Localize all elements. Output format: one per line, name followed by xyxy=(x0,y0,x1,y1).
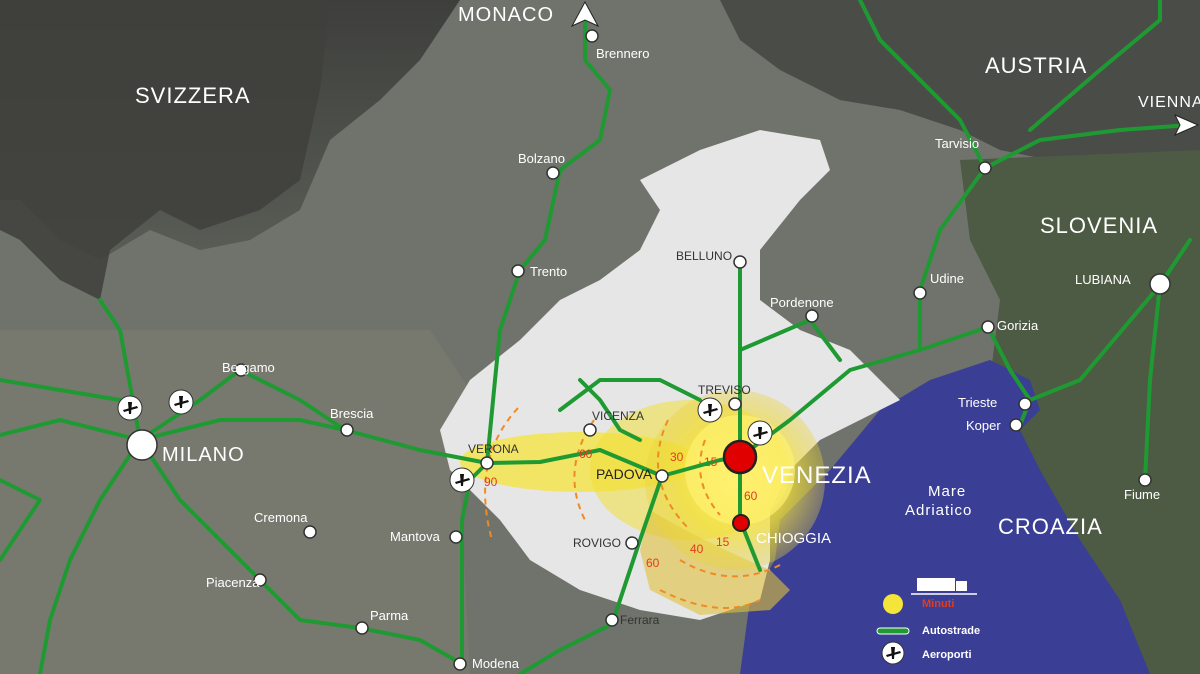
label-bergamo: Bergamo xyxy=(222,360,275,375)
label-milano: MILANO xyxy=(162,444,245,466)
legend-minuti-swatch xyxy=(883,594,903,614)
isochrone-label: 60 xyxy=(744,489,758,503)
airport-icon xyxy=(117,395,143,421)
label-piacenza: Piacenza xyxy=(206,575,260,590)
isochrone-label: 40 xyxy=(690,542,704,556)
label-croazia: CROAZIA xyxy=(998,514,1103,539)
label-vienna: VIENNA xyxy=(1138,94,1200,111)
label-brescia: Brescia xyxy=(330,406,374,421)
label-mare: Mare xyxy=(928,483,966,500)
isochrone-label: 60 xyxy=(579,447,593,461)
label-verona: VERONA xyxy=(468,442,519,456)
label-adriatico: Adriatico xyxy=(905,502,972,519)
label-koper: Koper xyxy=(966,418,1001,433)
chioggia-marker xyxy=(732,514,750,532)
label-austria: AUSTRIA xyxy=(985,53,1087,78)
isochrone-label: 30 xyxy=(670,450,684,464)
airport-icon xyxy=(747,420,773,446)
label-padova: PADOVA xyxy=(596,466,653,482)
airport-icon xyxy=(168,389,194,415)
map[interactable]: SVIZZERA AUSTRIA SLOVENIA CROAZIA MONACO… xyxy=(0,0,1200,674)
legend-aeroporti-label: Aeroporti xyxy=(922,649,972,661)
label-bolzano: Bolzano xyxy=(518,151,565,166)
label-belluno: BELLUNO xyxy=(676,249,732,263)
label-treviso: TREVISO xyxy=(698,383,751,397)
label-modena: Modena xyxy=(472,656,520,671)
legend-minuti-label: Minuti xyxy=(922,598,954,610)
label-slovenia: SLOVENIA xyxy=(1040,213,1158,238)
label-svizzera: SVIZZERA xyxy=(135,83,251,108)
label-fiume: Fiume xyxy=(1124,487,1160,502)
isochrone-label: 60 xyxy=(646,556,660,570)
label-trento: Trento xyxy=(530,264,567,279)
legend-autostrade-label: Autostrade xyxy=(922,625,980,637)
label-cremona: Cremona xyxy=(254,510,308,525)
label-mantova: Mantova xyxy=(390,529,441,544)
label-chioggia: CHIOGGIA xyxy=(756,530,831,547)
legend-airport-icon xyxy=(881,641,905,665)
venezia-marker xyxy=(722,439,758,475)
isochrone-label: 15 xyxy=(704,455,718,469)
legend-autostrade-swatch xyxy=(876,627,910,635)
label-vicenza: VICENZA xyxy=(592,409,644,423)
label-pordenone: Pordenone xyxy=(770,295,834,310)
airport-icon xyxy=(697,397,723,423)
label-tarvisio: Tarvisio xyxy=(935,136,979,151)
label-ferrara: Ferrara xyxy=(620,613,660,627)
label-venezia: VENEZIA xyxy=(762,462,872,489)
isochrone-label: 15 xyxy=(716,535,730,549)
label-udine: Udine xyxy=(930,271,964,286)
isochrone-label: 90 xyxy=(484,475,498,489)
airport-icon xyxy=(449,467,475,493)
label-gorizia: Gorizia xyxy=(997,318,1039,333)
map-canvas: SVIZZERA AUSTRIA SLOVENIA CROAZIA MONACO… xyxy=(0,0,1200,674)
label-trieste: Trieste xyxy=(958,395,997,410)
label-rovigo: ROVIGO xyxy=(573,536,621,550)
label-lubiana: LUBIANA xyxy=(1075,272,1131,287)
label-brennero: Brennero xyxy=(596,46,649,61)
label-monaco: MONACO xyxy=(458,4,554,26)
label-parma: Parma xyxy=(370,608,409,623)
